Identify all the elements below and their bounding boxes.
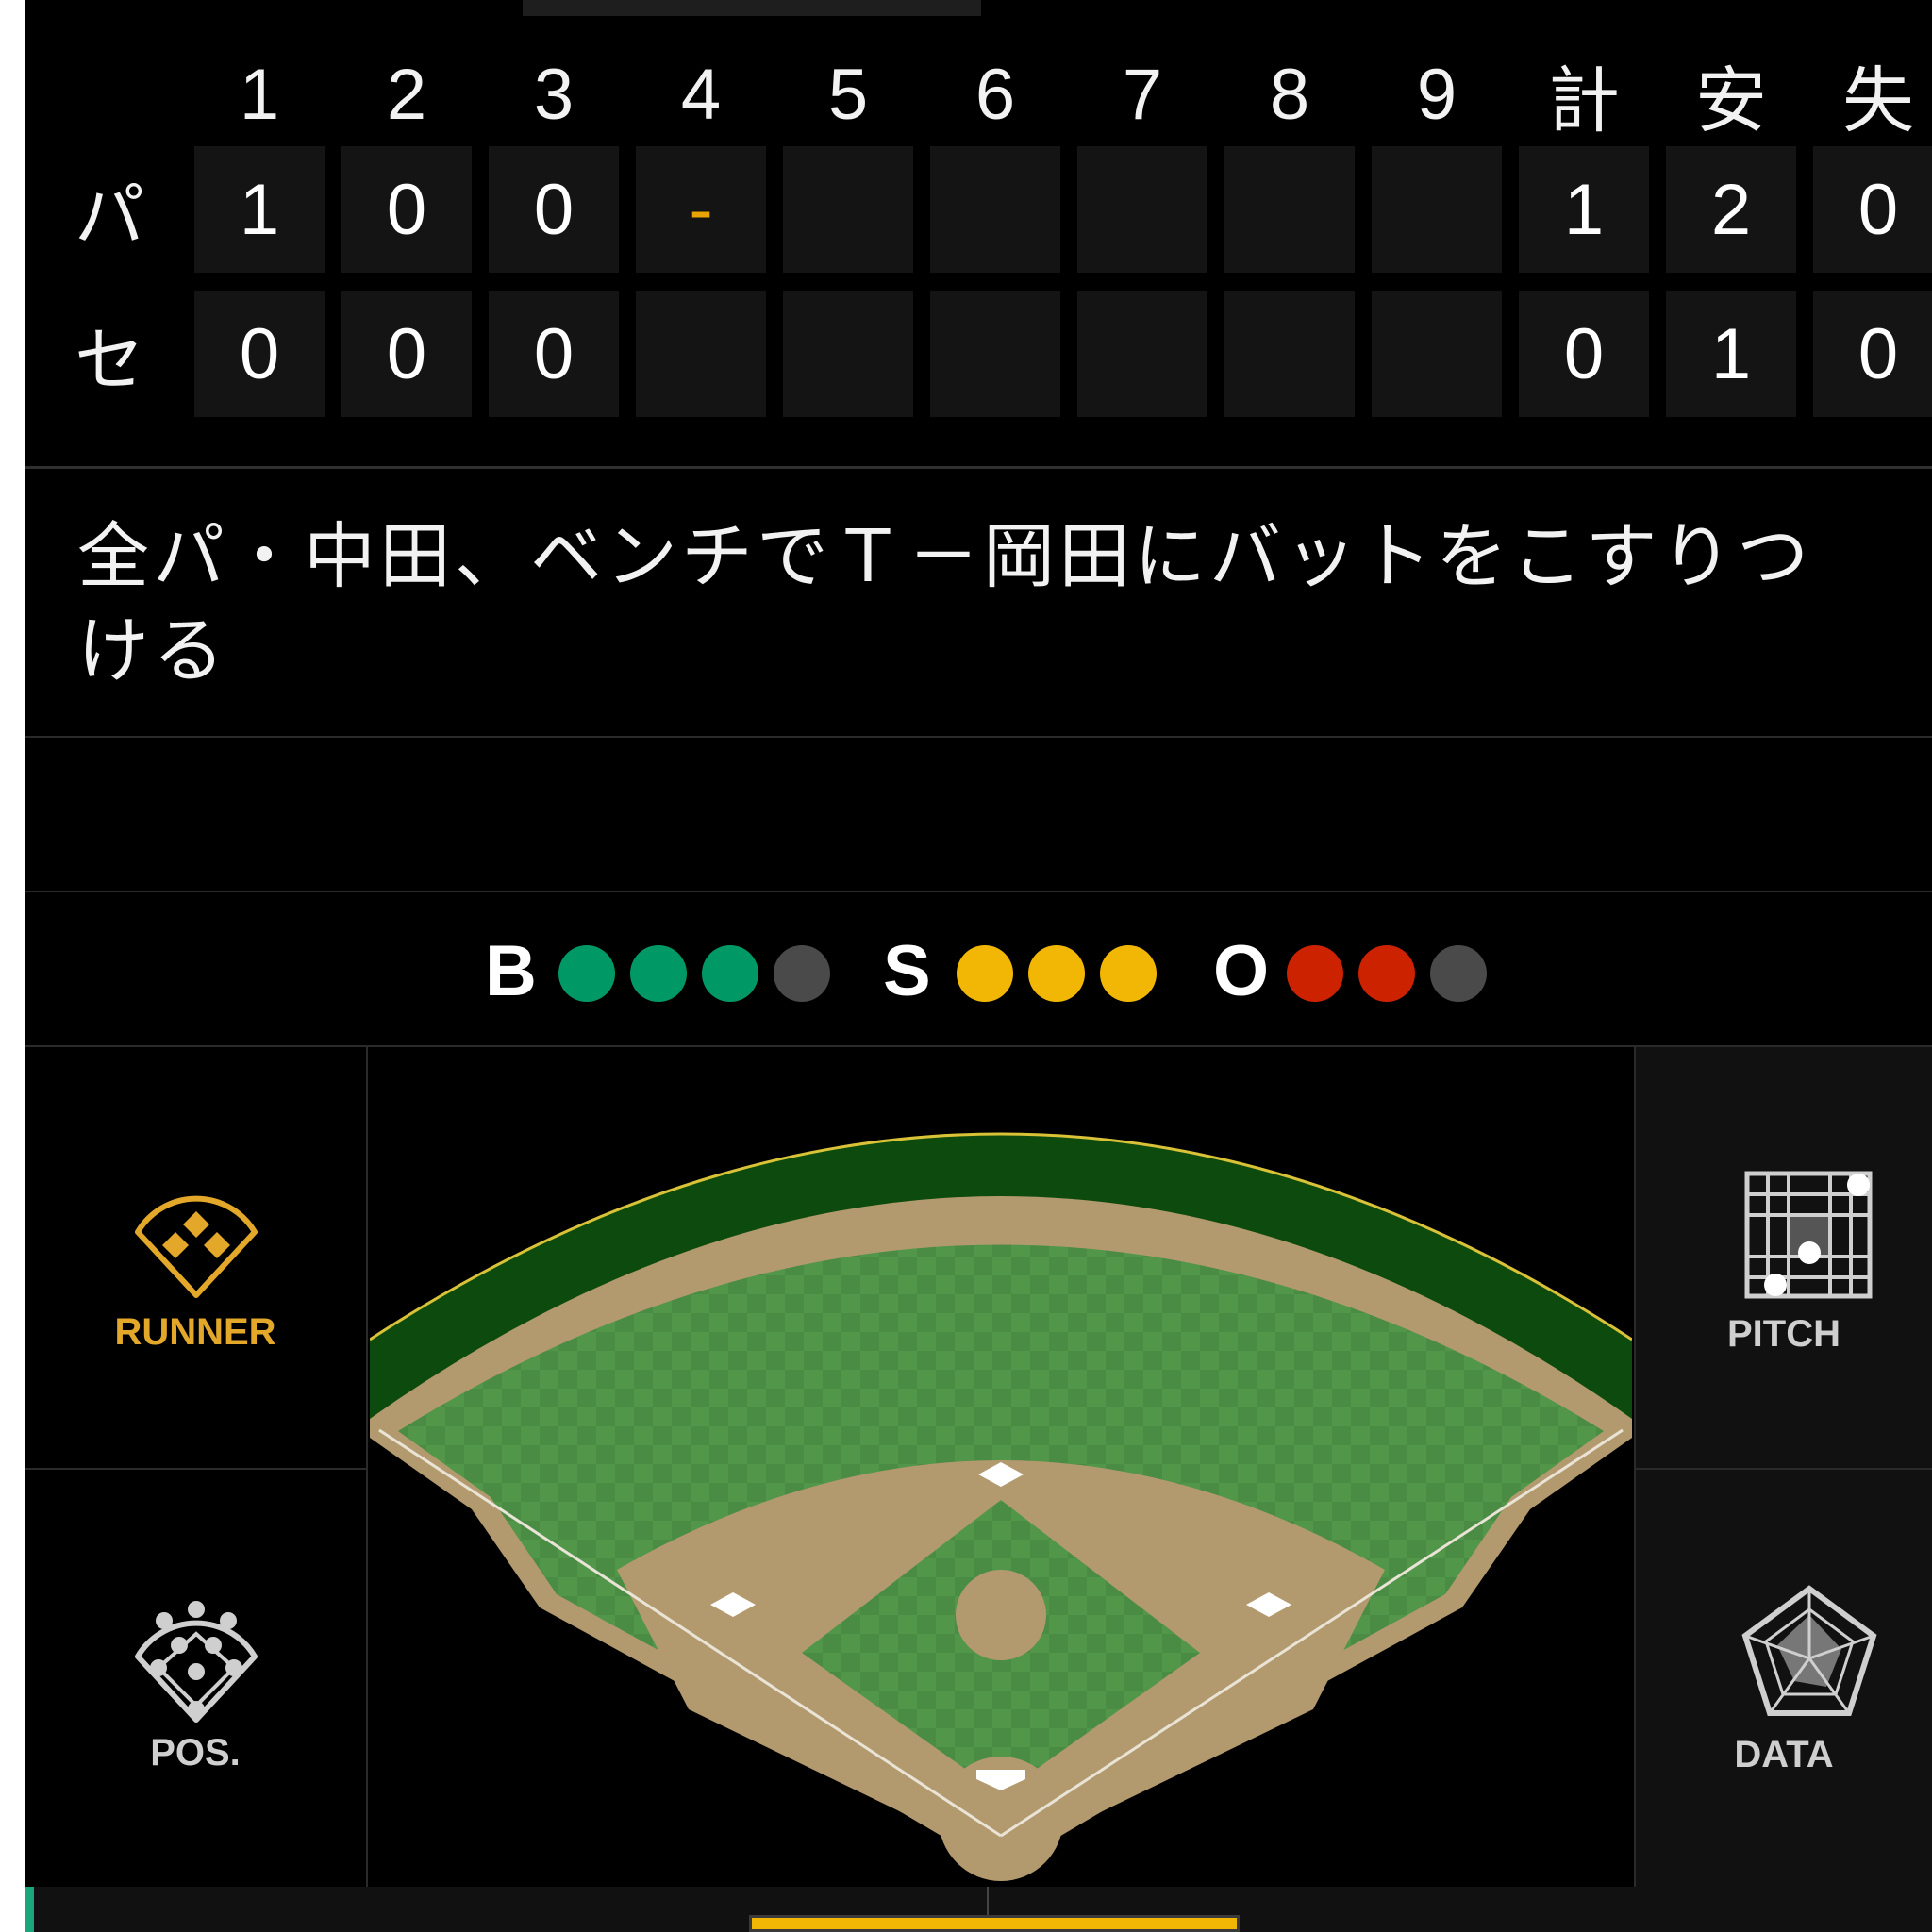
inning-score bbox=[1077, 291, 1208, 417]
strike-indicator bbox=[1028, 945, 1085, 1002]
team-name: パ bbox=[75, 175, 144, 257]
team-name: セ bbox=[75, 319, 144, 401]
inning-score: - bbox=[636, 146, 766, 273]
inning-header-2: 2 bbox=[386, 54, 427, 135]
ball-indicator bbox=[774, 945, 830, 1002]
inning-score: 0 bbox=[341, 146, 472, 273]
ball-indicator bbox=[558, 945, 615, 1002]
radar-chart-icon bbox=[1741, 1585, 1877, 1716]
runner-label: RUNNER bbox=[114, 1311, 276, 1353]
inning-score bbox=[930, 146, 1060, 273]
inning-header-6: 6 bbox=[974, 54, 1016, 135]
inning-score bbox=[636, 291, 766, 417]
inning-header-10: 計 bbox=[1548, 61, 1620, 142]
inning-header-5: 5 bbox=[827, 54, 869, 135]
team-row-pa: パ 100-120 bbox=[25, 146, 1932, 278]
inning-score bbox=[1224, 291, 1355, 417]
strikes-label: S bbox=[883, 931, 931, 1011]
inning-score bbox=[1372, 291, 1502, 417]
left-panel-edge bbox=[366, 1047, 368, 1887]
inning-score: 1 bbox=[194, 146, 325, 273]
errors-cell: 0 bbox=[1813, 146, 1932, 273]
ball-indicator bbox=[630, 945, 687, 1002]
inning-score: 0 bbox=[341, 291, 472, 417]
fielder-positions-icon bbox=[135, 1601, 258, 1723]
commentary-divider bbox=[25, 736, 1932, 738]
outs-label: O bbox=[1213, 931, 1270, 1011]
count-top-divider bbox=[25, 891, 1932, 892]
commentary-line-1: 全パ・中田、ベンチでＴ－岡田にバットをこすりつ bbox=[77, 514, 1813, 598]
inning-header-11: 安 bbox=[1695, 61, 1767, 142]
data-button[interactable]: DATA bbox=[1636, 1470, 1932, 1887]
ball-indicator bbox=[702, 945, 758, 1002]
strike-indicator bbox=[957, 945, 1013, 1002]
inning-header-7: 7 bbox=[1122, 54, 1163, 135]
strike-zone-grid-icon bbox=[1744, 1171, 1873, 1299]
inning-header: 1 2 3 4 5 6 7 8 9 計安失 bbox=[25, 28, 1932, 160]
inning-score bbox=[930, 291, 1060, 417]
out-indicator bbox=[1287, 945, 1343, 1002]
hits-cell: 1 bbox=[1666, 291, 1796, 417]
inning-score: 0 bbox=[489, 291, 619, 417]
inning-score: 0 bbox=[194, 291, 325, 417]
inning-header-1: 1 bbox=[239, 54, 280, 135]
data-label: DATA bbox=[1734, 1734, 1834, 1775]
team-row-se: セ 000010 bbox=[25, 291, 1932, 423]
inning-header-8: 8 bbox=[1269, 54, 1310, 135]
pitchers-mound-icon bbox=[956, 1570, 1046, 1660]
inning-score bbox=[1372, 146, 1502, 273]
positions-button[interactable]: POS. bbox=[25, 1470, 366, 1887]
inning-score bbox=[1224, 146, 1355, 273]
inning-score: 0 bbox=[489, 146, 619, 273]
inning-header-12: 失 bbox=[1842, 61, 1914, 142]
hits-cell: 2 bbox=[1666, 146, 1796, 273]
pitch-button[interactable]: PITCH bbox=[1636, 1047, 1932, 1468]
runner-button[interactable]: RUNNER bbox=[25, 1047, 366, 1468]
errors-cell: 0 bbox=[1813, 291, 1932, 417]
top-tab-indicator[interactable] bbox=[523, 0, 981, 16]
pitch-label: PITCH bbox=[1727, 1313, 1840, 1355]
out-indicator bbox=[1430, 945, 1487, 1002]
baseball-field bbox=[370, 1132, 1632, 1881]
scoreboard-divider bbox=[25, 466, 1932, 469]
ball-strike-out-count: B S O bbox=[25, 924, 1932, 1019]
commentary-line-2: ける bbox=[77, 608, 228, 692]
positions-label: POS. bbox=[150, 1732, 241, 1774]
inning-header-9: 9 bbox=[1416, 54, 1457, 135]
inning-score bbox=[783, 291, 913, 417]
out-indicator bbox=[1358, 945, 1415, 1002]
left-edge-accent bbox=[25, 1887, 34, 1932]
inning-score bbox=[1077, 146, 1208, 273]
balls-label: B bbox=[485, 931, 537, 1011]
scoreboard-app: 123456789計安失 パ 100-120 セ 000010 全パ・中田、ベン… bbox=[25, 0, 1932, 1932]
inning-score bbox=[783, 146, 913, 273]
total-cell: 0 bbox=[1519, 291, 1649, 417]
total-cell: 1 bbox=[1519, 146, 1649, 273]
diamond-bases-icon bbox=[135, 1195, 258, 1298]
inning-header-4: 4 bbox=[680, 54, 722, 135]
strike-indicator bbox=[1100, 945, 1157, 1002]
play-commentary: 全パ・中田、ベンチでＴ－岡田にバットをこすりつ ける bbox=[77, 509, 1870, 698]
bottom-tab-indicator[interactable] bbox=[749, 1915, 1240, 1932]
inning-header-3: 3 bbox=[533, 54, 575, 135]
